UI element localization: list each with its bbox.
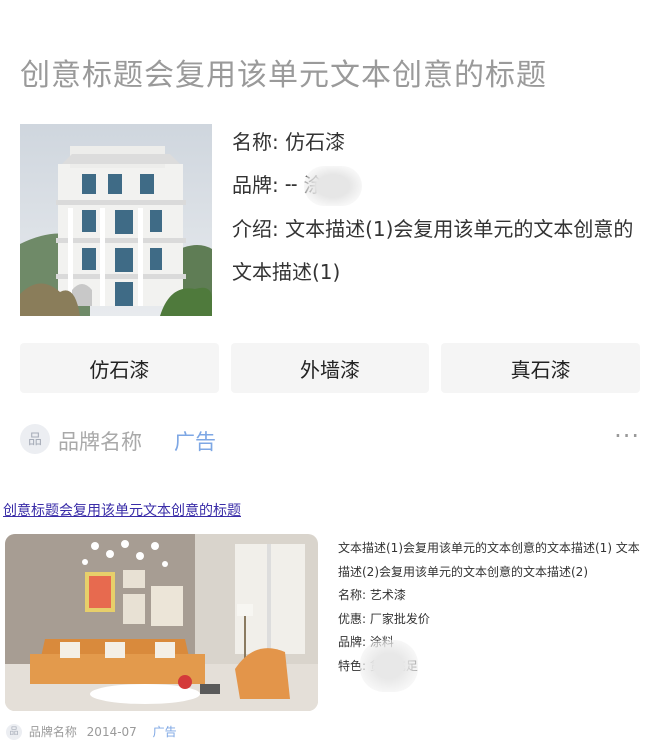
brand-avatar: 品 bbox=[6, 723, 22, 740]
house-image[interactable] bbox=[20, 124, 212, 316]
button-keyword-2[interactable]: 外墙漆 bbox=[230, 343, 430, 393]
ad-title[interactable]: 创意标题会复用该单元文本创意的标题 bbox=[20, 50, 547, 94]
product-offer: 优惠: 厂家批发价 bbox=[338, 611, 430, 626]
blur-mask bbox=[304, 166, 362, 206]
ad-title-link[interactable]: 创意标题会复用该单元文本创意的标题 bbox=[3, 500, 241, 520]
ad-label: 广告 bbox=[174, 430, 216, 454]
product-name: 名称: 仿石漆 bbox=[232, 130, 346, 154]
more-icon[interactable]: ··· bbox=[614, 422, 640, 450]
keyword-buttons: 仿石漆 外墙漆 真石漆 bbox=[20, 343, 641, 393]
ad-card-small[interactable]: 创意标题会复用该单元文本创意的标题 文本描述(1)会复用该单元的文本创意的文本描… bbox=[0, 490, 665, 749]
blur-mask bbox=[360, 640, 418, 692]
button-keyword-1[interactable]: 仿石漆 bbox=[20, 343, 219, 393]
ad-date: 2014-07 bbox=[86, 724, 137, 739]
ad-info: 名称: 仿石漆 品牌: ╌ 涂料 介绍: 文本描述(1)会复用该单元的文本创意的… bbox=[232, 122, 642, 294]
product-name: 名称: 艺术漆 bbox=[338, 588, 406, 602]
brand-name[interactable]: 品牌名称 bbox=[58, 426, 142, 456]
ad-label: 广告 bbox=[152, 725, 177, 739]
product-intro: 介绍: 文本描述(1)会复用该单元的文本创意的文本描述(1) bbox=[232, 217, 634, 284]
brand-name[interactable]: 品牌名称 bbox=[29, 725, 77, 739]
ad-description: 文本描述(1)会复用该单元的文本创意的文本描述(1) 文本描述(2)会复用该单元… bbox=[338, 541, 640, 579]
ad-card-large[interactable]: 创意标题会复用该单元文本创意的标题 名称: 仿石漆 品牌: ╌ 涂料 介绍: 文… bbox=[0, 0, 665, 480]
ad-footer: 品 品牌名称 2014-07 广告 bbox=[6, 723, 177, 743]
ad-footer: 品 品牌名称 广告 ··· bbox=[20, 422, 640, 456]
living-room-image[interactable] bbox=[5, 534, 318, 711]
product-brand: 品牌: ╌ 涂料 bbox=[232, 173, 344, 197]
button-keyword-3[interactable]: 真石漆 bbox=[441, 343, 641, 393]
brand-avatar: 品 bbox=[20, 424, 50, 454]
